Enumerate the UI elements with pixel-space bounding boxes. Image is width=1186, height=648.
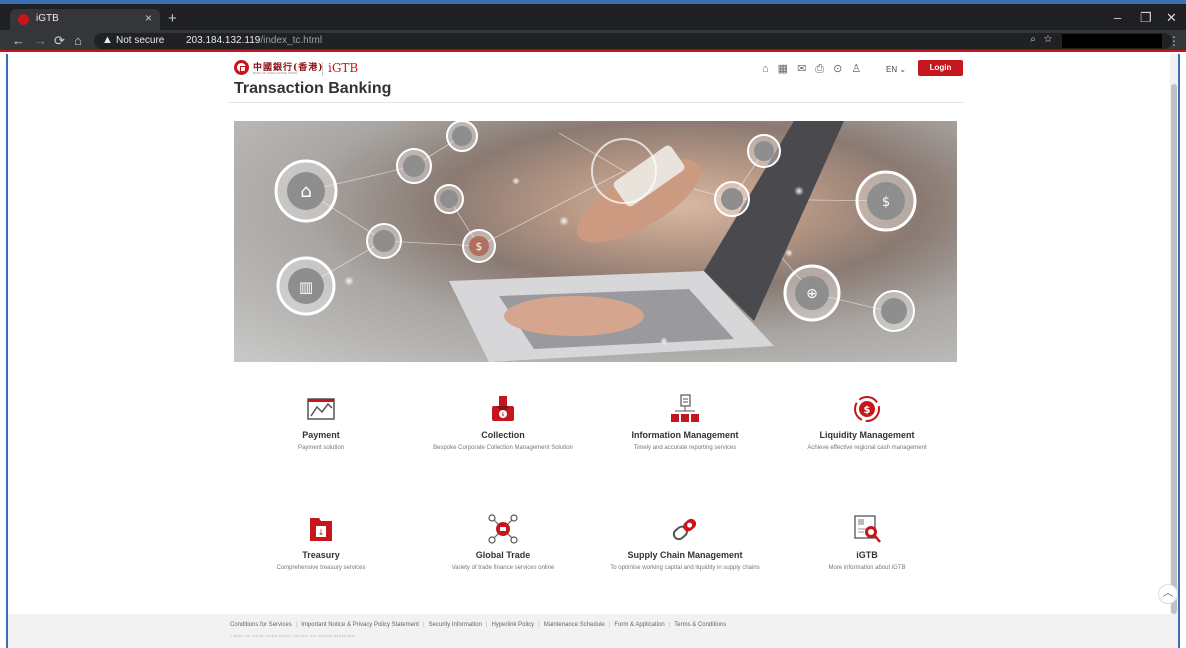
footer-separator: | [295, 622, 298, 628]
svg-text:⌂: ⌂ [300, 181, 311, 202]
location-icon[interactable]: ⊙ [833, 63, 842, 75]
favicon-icon [18, 14, 29, 25]
information-icon [671, 394, 699, 422]
not-secure-label: Not secure [116, 35, 165, 46]
service-desc: To optimise working capital and liquidit… [610, 565, 760, 571]
supply-chain-icon [672, 518, 697, 541]
web-page: 中國銀行(香港) BANK OF CHINA (HONG KONG) iGTB … [6, 54, 1180, 648]
back-to-top-button[interactable]: ︿ [1158, 584, 1178, 604]
hero-banner: ⌂ ▥ $ $ ⊕ [234, 121, 957, 362]
site-header: 中國銀行(香港) BANK OF CHINA (HONG KONG) iGTB … [234, 58, 968, 80]
service-name: iGTB [856, 550, 878, 560]
site-footer: Conditions for Services | Important Notice… [8, 614, 1172, 648]
svg-text:▥: ▥ [299, 278, 313, 296]
browser-tab[interactable]: iGTB × [10, 9, 160, 30]
back-arrow-icon[interactable]: ← [12, 33, 25, 48]
service-desc: Payment solution [297, 445, 345, 451]
footer-separator: | [608, 622, 611, 628]
footer-separator: | [485, 622, 488, 628]
svg-text:$: $ [882, 195, 890, 210]
svg-text:$: $ [476, 240, 483, 253]
login-button[interactable]: Login [918, 60, 963, 76]
footer-separator: | [422, 622, 425, 628]
calculator-icon[interactable]: ▦ [778, 63, 788, 75]
warning-icon: ▲ [102, 34, 113, 46]
footer-separator: | [538, 622, 540, 628]
footer-link-terms[interactable]: Terms & Conditions [674, 622, 726, 628]
footer-link-maintenance[interactable]: Maintenance Schedule [544, 622, 605, 628]
header-icon-group: ⌂ ▦ ✉ ⎙ ⊙ ♙ [762, 62, 870, 76]
url-text: 203.184.132.119/index_tc.html [186, 35, 322, 46]
liquidity-icon: $ [854, 396, 880, 422]
footer-link-forms[interactable]: Form & Application [614, 622, 664, 628]
service-desc: Bespoke Corporate Collection Management … [433, 445, 573, 451]
service-name: Supply Chain Management [627, 550, 743, 560]
service-desc: Achieve effective regional cash manageme… [807, 445, 927, 451]
treasury-icon: ↓ [310, 518, 332, 541]
service-name: Global Trade [475, 550, 531, 560]
footer-link-hyperlink[interactable]: Hyperlink Policy [491, 622, 534, 628]
url-input[interactable]: ▲ Not secure 203.184.132.119/index_tc.ht… [94, 33, 1172, 49]
global-trade-icon [488, 514, 518, 544]
browser-tab-bar: iGTB × + – ❐ ✕ [0, 0, 1186, 30]
url-path: /index_tc.html [260, 35, 323, 46]
service-name: Payment [302, 430, 340, 440]
user-icon[interactable]: ♙ [851, 63, 861, 75]
svg-text:$: $ [501, 412, 504, 418]
zoom-star-icons[interactable]: ⌕☆ [1030, 34, 1060, 45]
redacted-profile-area [1062, 34, 1162, 48]
service-desc: Timely and accurate reporting services [633, 445, 737, 451]
hero-banner-illustration: ⌂ ▥ $ $ ⊕ [274, 121, 917, 362]
footer-separator: | [668, 622, 671, 628]
chart-payment-icon [307, 398, 335, 420]
close-window-button[interactable]: ✕ [1166, 10, 1177, 26]
home-icon[interactable]: ⌂ [762, 63, 769, 75]
url-host: 203.184.132.119 [186, 35, 261, 46]
reload-icon[interactable]: ⟳ [54, 33, 65, 49]
minimize-button[interactable]: – [1114, 10, 1121, 25]
service-name: Liquidity Management [819, 430, 915, 440]
tab-title: iGTB [36, 13, 59, 24]
scrollbar[interactable] [1170, 54, 1178, 648]
igtb-icon [854, 515, 881, 543]
footer-link-privacy[interactable]: Important Notice & Privacy Policy Statem… [301, 622, 419, 628]
browser-menu-icon[interactable]: ⋮ [1168, 34, 1180, 48]
collection-icon: $ [492, 396, 514, 421]
scroll-thumb[interactable] [1171, 84, 1177, 614]
boc-logo-icon[interactable] [234, 60, 249, 75]
page-title: Transaction Banking [234, 80, 392, 97]
mail-icon[interactable]: ✉ [797, 63, 806, 75]
service-name: Information Management [631, 430, 739, 440]
language-selector[interactable]: EN ⌄ [886, 65, 906, 74]
svg-text:⊕: ⊕ [806, 286, 818, 302]
footer-link-conditions[interactable]: Conditions for Services [230, 622, 292, 628]
printer-icon[interactable]: ⎙ [815, 63, 824, 75]
service-name: Treasury [302, 550, 340, 560]
forward-arrow-icon[interactable]: → [34, 33, 47, 48]
svg-text:$: $ [864, 405, 871, 416]
service-desc: More information about iGTB [828, 565, 906, 571]
service-desc: Comprehensive treasury services [276, 565, 366, 571]
logo-english-text: BANK OF CHINA (HONG KONG) [253, 71, 298, 75]
service-desc: Variety of trade finance services online [451, 565, 555, 571]
restore-button[interactable]: ❐ [1140, 10, 1152, 26]
language-label: EN [886, 65, 898, 74]
logo-divider [322, 62, 323, 76]
home-icon[interactable]: ⌂ [74, 33, 82, 48]
footer-links: Conditions for Services | Important Notice… [230, 622, 726, 628]
tab-close-icon[interactable]: × [145, 11, 152, 25]
address-bar-row: ← → ⟳ ⌂ ▲ Not secure 203.184.132.119/ind… [0, 30, 1186, 52]
footer-link-security[interactable]: Security Information [429, 622, 482, 628]
svg-text:↓: ↓ [318, 528, 325, 537]
title-divider [228, 102, 964, 103]
service-name: Collection [481, 430, 525, 440]
copyright-text: © BANK OF CHINA (HONG KONG) LIMITED. ALL… [230, 634, 356, 638]
new-tab-button[interactable]: + [168, 10, 177, 27]
igtb-logo[interactable]: iGTB [328, 61, 358, 75]
